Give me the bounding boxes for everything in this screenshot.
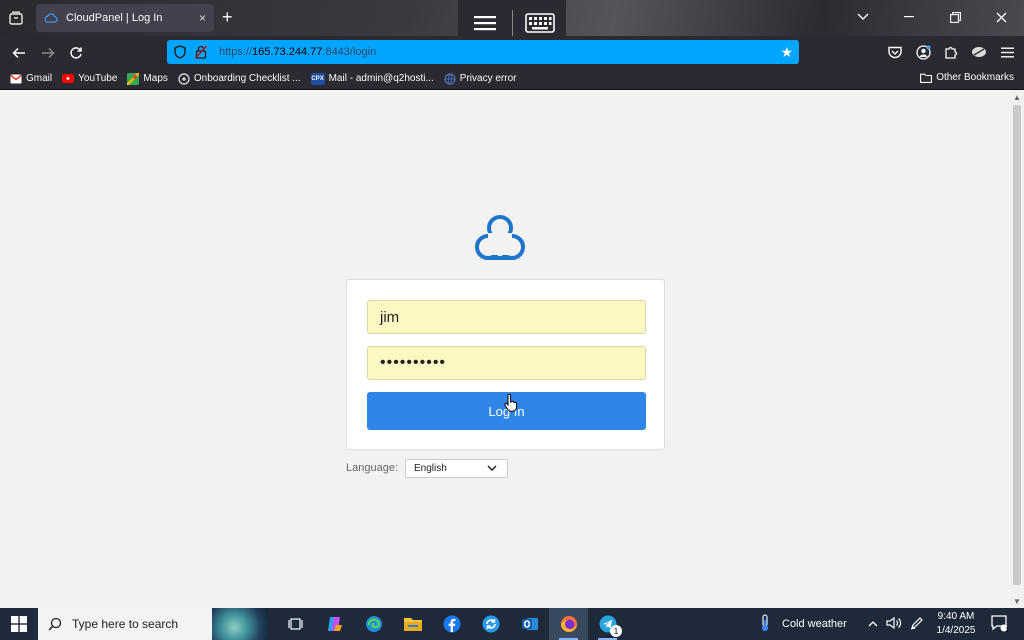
sync-app-icon[interactable] bbox=[471, 608, 510, 640]
maps-icon bbox=[127, 72, 140, 85]
url-scheme: https:// bbox=[219, 46, 253, 58]
firefox-icon[interactable] bbox=[549, 608, 588, 640]
language-selected-value: English bbox=[414, 463, 447, 474]
url-text: https://165.73.244.77:8443/login bbox=[219, 46, 376, 58]
hamburger-menu-icon[interactable] bbox=[458, 15, 512, 31]
taskbar-apps: 1 bbox=[276, 608, 627, 640]
insecure-lock-icon[interactable] bbox=[195, 45, 209, 59]
other-bookmarks-label: Other Bookmarks bbox=[936, 72, 1014, 83]
reload-icon[interactable] bbox=[65, 42, 87, 64]
tab-title: CloudPanel | Log In bbox=[66, 12, 163, 24]
clock-date: 1/4/2025 bbox=[936, 625, 976, 636]
onboarding-icon bbox=[178, 72, 190, 85]
taskbar-search-box[interactable]: Type here to search bbox=[38, 608, 268, 640]
page-scrollbar[interactable]: ▲ ▼ bbox=[1010, 91, 1024, 608]
bookmark-label: Privacy error bbox=[459, 73, 517, 84]
search-placeholder: Type here to search bbox=[72, 617, 179, 631]
password-input[interactable]: •••••••••• bbox=[367, 346, 646, 380]
pen-icon[interactable] bbox=[910, 616, 924, 633]
keyboard-icon[interactable] bbox=[513, 13, 566, 33]
account-icon[interactable] bbox=[914, 43, 932, 61]
language-label: Language: bbox=[346, 462, 398, 474]
copilot-icon[interactable] bbox=[315, 608, 354, 640]
telegram-badge: 1 bbox=[610, 625, 622, 637]
scroll-up-arrow-icon[interactable]: ▲ bbox=[1013, 93, 1021, 102]
username-input[interactable]: jim bbox=[367, 300, 646, 334]
volume-icon[interactable] bbox=[886, 616, 902, 633]
cloudpanel-logo-icon bbox=[474, 213, 528, 265]
thermometer-icon bbox=[758, 613, 772, 635]
window-controls bbox=[840, 0, 1024, 36]
cloudpanel-favicon-icon bbox=[44, 11, 58, 25]
url-host: 165.73.244.77 bbox=[252, 46, 323, 58]
tab-overflow-chevron-icon[interactable] bbox=[840, 0, 886, 34]
weather-widget[interactable]: Cold weather bbox=[758, 608, 847, 640]
scrollbar-thumb[interactable] bbox=[1013, 105, 1021, 585]
privacy-error-icon bbox=[444, 72, 456, 85]
login-card: jim •••••••••• Log In bbox=[346, 279, 665, 450]
tray-chevron-up-icon[interactable] bbox=[868, 618, 878, 630]
bookmark-onboarding[interactable]: Onboarding Checklist ... bbox=[178, 72, 301, 85]
tab-cloudpanel[interactable]: CloudPanel | Log In × bbox=[36, 4, 214, 32]
bookmark-star-icon[interactable]: ★ bbox=[780, 44, 793, 61]
taskbar-clock[interactable]: 9:40 AM 1/4/2025 bbox=[936, 610, 976, 638]
facebook-icon[interactable] bbox=[432, 608, 471, 640]
weather-text: Cold weather bbox=[782, 618, 847, 630]
bookmark-label: Onboarding Checklist ... bbox=[193, 73, 301, 84]
tab-close-icon[interactable]: × bbox=[199, 11, 206, 25]
outlook-icon[interactable] bbox=[510, 608, 549, 640]
other-bookmarks[interactable]: Other Bookmarks bbox=[920, 72, 1014, 83]
toolbar-actions bbox=[886, 40, 1016, 64]
forward-arrow-icon[interactable] bbox=[37, 42, 59, 64]
youtube-icon bbox=[62, 73, 75, 85]
bookmark-youtube[interactable]: YouTube bbox=[62, 73, 117, 85]
bookmark-gmail[interactable]: Gmail bbox=[10, 73, 52, 85]
scroll-down-arrow-icon[interactable]: ▼ bbox=[1013, 597, 1021, 606]
search-icon bbox=[48, 617, 62, 631]
gmail-icon bbox=[10, 73, 22, 85]
telegram-icon[interactable]: 1 bbox=[588, 608, 627, 640]
system-tray bbox=[868, 608, 924, 640]
notification-center-icon[interactable]: 1 bbox=[988, 612, 1010, 634]
tab-list-icon[interactable] bbox=[6, 8, 26, 28]
app-menu-icon[interactable] bbox=[998, 43, 1016, 61]
hand-cursor-icon bbox=[504, 393, 518, 417]
bookmark-label: Maps bbox=[143, 73, 168, 84]
extensions-puzzle-icon[interactable] bbox=[942, 43, 960, 61]
bookmark-label: YouTube bbox=[78, 73, 118, 84]
search-highlight-image bbox=[212, 608, 268, 640]
bookmark-label: Mail - admin@q2hosti... bbox=[328, 73, 434, 84]
folder-icon bbox=[920, 73, 933, 83]
language-select[interactable]: English bbox=[405, 459, 508, 478]
task-view-icon[interactable] bbox=[276, 608, 315, 640]
pocket-icon[interactable] bbox=[886, 43, 904, 61]
tracking-shield-icon[interactable] bbox=[173, 45, 189, 59]
bookmark-label: Gmail bbox=[26, 73, 53, 84]
clock-time: 9:40 AM bbox=[937, 611, 975, 622]
back-arrow-icon[interactable] bbox=[8, 42, 30, 64]
restore-icon[interactable] bbox=[932, 0, 978, 34]
close-window-icon[interactable] bbox=[978, 0, 1024, 34]
minimize-icon[interactable] bbox=[886, 0, 932, 34]
bookmark-privacy-error[interactable]: Privacy error bbox=[444, 72, 517, 85]
chevron-down-icon bbox=[487, 463, 497, 474]
windows-start-icon[interactable] bbox=[0, 608, 38, 640]
new-tab-button[interactable]: + bbox=[222, 7, 233, 28]
file-explorer-icon[interactable] bbox=[393, 608, 432, 640]
edge-icon[interactable] bbox=[354, 608, 393, 640]
bookmark-mail[interactable]: CPX Mail - admin@q2hosti... bbox=[310, 72, 434, 85]
url-bar[interactable]: https://165.73.244.77:8443/login ★ bbox=[167, 40, 799, 64]
url-path: :8443/login bbox=[322, 46, 377, 58]
extension-icon[interactable] bbox=[970, 43, 988, 61]
bookmarks-bar: Gmail YouTube Maps Onboarding Checklist … bbox=[0, 68, 1024, 90]
mail-icon: CPX bbox=[310, 72, 325, 85]
bookmark-maps[interactable]: Maps bbox=[127, 72, 168, 85]
notification-badge: 1 bbox=[1005, 627, 1009, 634]
